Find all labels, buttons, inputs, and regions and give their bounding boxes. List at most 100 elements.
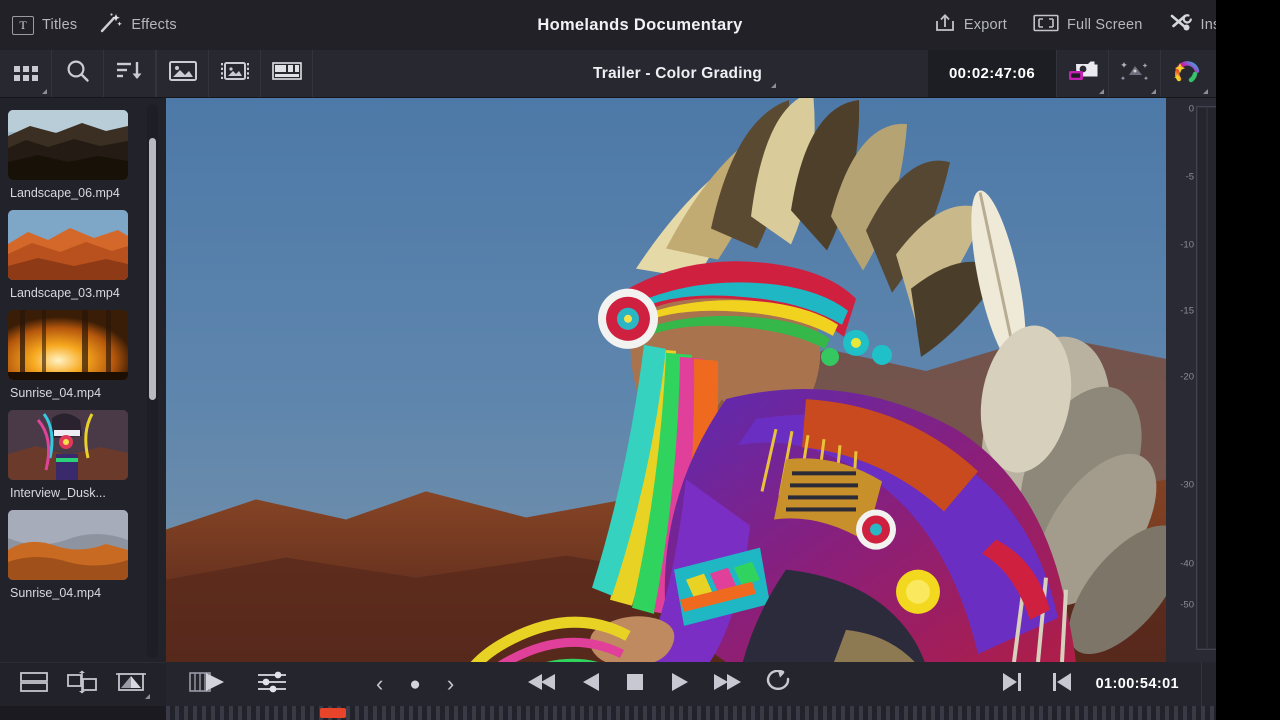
effects-button[interactable]: Effects (99, 12, 176, 39)
next-keyframe-button[interactable]: › (437, 662, 464, 706)
audio-meter-bars (1196, 106, 1218, 650)
meter-tick: -50 (1180, 600, 1194, 611)
chevron-right-icon: › (447, 673, 454, 695)
filmstrip-play-button[interactable] (166, 662, 238, 706)
top-bar: T Titles Effects Homelands Documentary (0, 0, 1280, 50)
fast-forward-button[interactable] (712, 671, 744, 698)
list-item[interactable]: Sunrise_04.mp4 (0, 306, 166, 400)
view-grid-button[interactable] (0, 50, 52, 97)
timeline-playhead[interactable] (320, 708, 346, 718)
media-label: Interview_Dusk... (10, 486, 158, 500)
mark-in-button[interactable] (1050, 671, 1074, 698)
toolbar-center-group: Trailer - Color Grading 00:02:47:06 (313, 50, 1056, 97)
media-thumbnail[interactable] (8, 310, 128, 380)
media-thumbnail[interactable] (8, 410, 128, 480)
dropdown-corner-icon (1099, 89, 1104, 94)
rewind-button[interactable] (526, 671, 558, 698)
source-timecode[interactable]: 00:02:47:06 (928, 50, 1056, 97)
chevron-left-icon: ‹ (376, 673, 383, 695)
media-pool-button[interactable] (157, 50, 209, 97)
stop-button[interactable] (624, 671, 646, 698)
video-viewer[interactable] (166, 98, 1166, 662)
keyframe-nav-group: ‹ ● › (366, 662, 464, 706)
list-item[interactable]: Landscape_03.mp4 (0, 206, 166, 300)
transport-bar: ‹ ● › (166, 662, 1280, 706)
color-wheel-icon (1171, 57, 1203, 90)
timeline-icon (271, 59, 303, 88)
video-editor-window: T Titles Effects Homelands Documentary (0, 0, 1280, 720)
add-keyframe-button[interactable]: ● (399, 662, 430, 706)
full-screen-button[interactable]: Full Screen (1033, 13, 1143, 38)
sparkle-stabilize-icon (1119, 58, 1151, 89)
adjustments-button[interactable] (238, 662, 298, 706)
top-bar-right-group: Export Full Screen (934, 0, 1262, 50)
media-label: Sunrise_04.mp4 (10, 386, 158, 400)
image-adjust-icon[interactable] (114, 670, 148, 699)
play-button[interactable] (668, 671, 690, 698)
meter-tick: -30 (1180, 480, 1194, 491)
grid-icon (14, 66, 38, 81)
media-label: Landscape_03.mp4 (10, 286, 158, 300)
right-letterbox (1216, 0, 1280, 720)
effects-label: Effects (131, 17, 176, 33)
titles-button[interactable]: T Titles (12, 16, 77, 35)
media-thumbnail[interactable] (8, 510, 128, 580)
meter-tick: -10 (1180, 240, 1194, 251)
search-button[interactable] (52, 50, 104, 97)
search-icon (65, 58, 91, 89)
list-item[interactable]: Sunrise_04.mp4 (0, 506, 166, 600)
clip-view-button[interactable] (209, 50, 261, 97)
dropdown-corner-icon (42, 89, 47, 94)
camera-raw-button[interactable] (1056, 50, 1108, 97)
play-reverse-button[interactable] (580, 671, 602, 698)
dropdown-corner-icon (1151, 89, 1156, 94)
media-thumbnail[interactable] (8, 210, 128, 280)
current-timecode[interactable]: 01:00:54:01 (1074, 676, 1201, 692)
dropdown-corner-icon (771, 83, 776, 88)
magic-wand-icon (99, 12, 123, 39)
loop-button[interactable] (766, 670, 794, 699)
color-wheel-button[interactable] (1160, 50, 1212, 97)
media-label: Landscape_06.mp4 (10, 186, 158, 200)
timeline-title[interactable]: Trailer - Color Grading (593, 65, 776, 83)
meter-tick: -40 (1180, 559, 1194, 570)
export-button[interactable]: Export (934, 13, 1007, 38)
export-icon (934, 13, 956, 38)
timeline-title-label: Trailer - Color Grading (593, 65, 762, 82)
export-label: Export (964, 17, 1007, 33)
keyframe-dot-icon: ● (409, 675, 420, 694)
meter-tick: 0 (1189, 104, 1194, 115)
titles-label: Titles (42, 17, 77, 33)
audio-meter: 0 -5 -10 -15 -20 -30 -40 -50 (1166, 98, 1216, 662)
timeline-view-button[interactable] (261, 50, 313, 97)
media-thumbnail[interactable] (8, 110, 128, 180)
top-bar-left-group: T Titles Effects (0, 12, 177, 39)
timeline-strip[interactable] (0, 706, 1280, 720)
meter-tick: -5 (1186, 172, 1194, 183)
filmstrip-play-icon (188, 668, 228, 701)
meter-tick: -15 (1180, 306, 1194, 317)
stabilize-button[interactable] (1108, 50, 1160, 97)
dropdown-corner-icon (145, 694, 150, 699)
sliders-icon (256, 669, 288, 700)
meter-tick: -20 (1180, 372, 1194, 383)
sort-button[interactable] (104, 50, 156, 97)
prev-keyframe-button[interactable]: ‹ (366, 662, 393, 706)
media-sidebar[interactable]: Landscape_06.mp4 Landscape_03.mp4 (0, 98, 166, 662)
inspector-icon (1169, 13, 1193, 38)
split-view-icon[interactable] (18, 670, 50, 699)
audio-meter-scale: 0 -5 -10 -15 -20 -30 -40 -50 (1166, 98, 1196, 662)
mark-buttons-group (1000, 671, 1074, 698)
transition-icon[interactable] (65, 670, 99, 699)
media-label: Sunrise_04.mp4 (10, 586, 158, 600)
list-item[interactable]: Landscape_06.mp4 (0, 106, 166, 200)
image-icon (168, 59, 198, 88)
main-toolbar: Trailer - Color Grading 00:02:47:06 (0, 50, 1280, 98)
list-item[interactable]: Interview_Dusk... (0, 406, 166, 500)
media-list: Landscape_06.mp4 Landscape_03.mp4 (0, 106, 166, 662)
sort-descending-icon (115, 59, 145, 88)
dropdown-corner-icon (1203, 89, 1208, 94)
sidebar-tools (0, 662, 166, 706)
full-screen-label: Full Screen (1067, 17, 1143, 33)
mark-out-button[interactable] (1000, 671, 1024, 698)
